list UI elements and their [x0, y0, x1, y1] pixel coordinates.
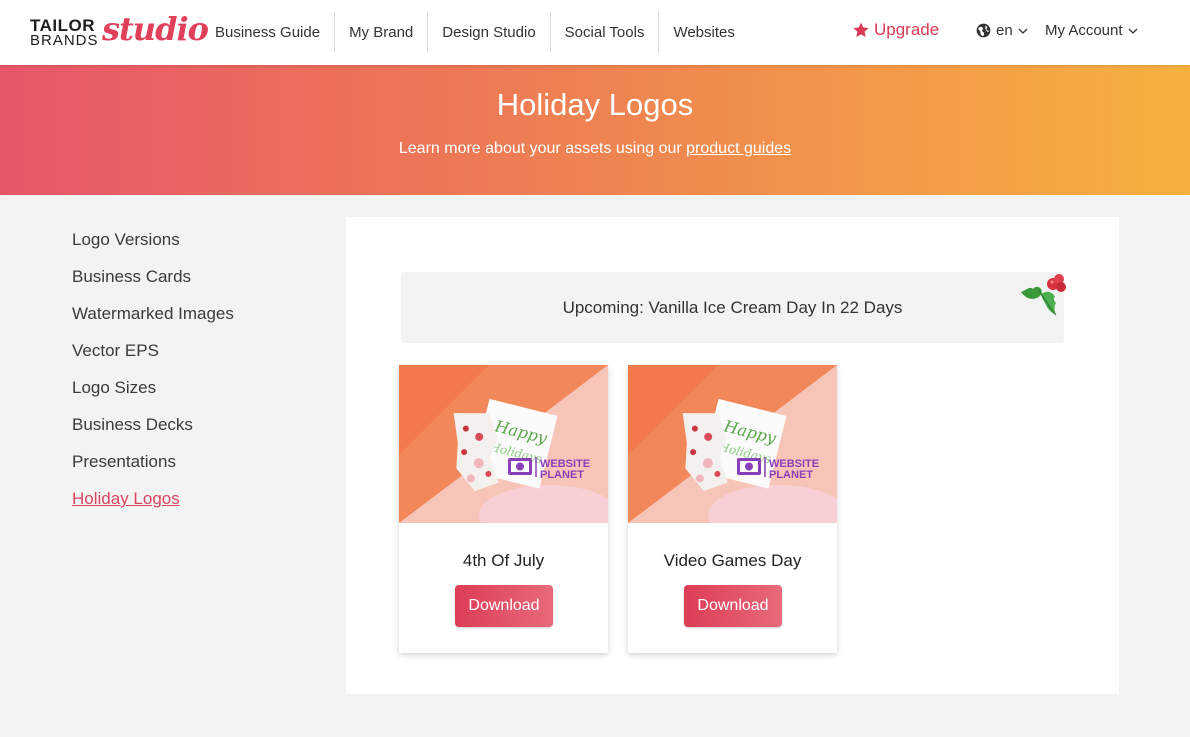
page-title: Holiday Logos — [496, 87, 694, 122]
my-account-label: My Account — [1045, 22, 1123, 39]
sidebar-item-vector-eps[interactable]: Vector EPS — [72, 340, 234, 377]
sidebar-item-logo-versions[interactable]: Logo Versions — [72, 229, 234, 266]
star-icon — [853, 22, 869, 38]
my-account-menu[interactable]: My Account — [1045, 22, 1138, 39]
main-panel: Upcoming: Vanilla Ice Cream Day In 22 Da… — [346, 217, 1119, 694]
card-title: 4th Of July — [462, 551, 545, 570]
download-button[interactable]: Download — [455, 585, 553, 627]
language-label: en — [996, 22, 1013, 39]
upcoming-holiday-text: Upcoming: Vanilla Ice Cream Day In 22 Da… — [562, 297, 903, 317]
nav-business-guide[interactable]: Business Guide — [204, 12, 334, 52]
brand-logo-line2: BRANDS — [30, 32, 99, 49]
sidebar-item-business-decks[interactable]: Business Decks — [72, 414, 234, 451]
upgrade-label: Upgrade — [874, 20, 940, 39]
main-nav: Business Guide My Brand Design Studio So… — [204, 12, 749, 52]
holiday-logo-preview: Happy Holidays WEBSITE PLANET — [628, 365, 837, 523]
nav-websites[interactable]: Websites — [658, 12, 748, 52]
sidebar-item-logo-sizes[interactable]: Logo Sizes — [72, 377, 234, 414]
brand-logo[interactable]: TAILOR BRANDS studio — [30, 10, 209, 52]
asset-sidebar: Logo Versions Business Cards Watermarked… — [72, 229, 234, 525]
upgrade-link[interactable]: Upgrade — [852, 20, 939, 40]
holiday-logo-card: Happy Holidays WEBSITE PLANET Video Game… — [628, 365, 837, 653]
sidebar-item-presentations[interactable]: Presentations — [72, 451, 234, 488]
hero-subtitle-text: Learn more about your assets using our — [398, 140, 687, 157]
holiday-logo-preview: Happy Holidays WEBSITE PLANET — [399, 365, 608, 523]
hero-banner: Holiday Logos Learn more about your asse… — [0, 65, 1190, 195]
top-navigation-bar: TAILOR BRANDS studio Business Guide My B… — [0, 0, 1190, 65]
download-button[interactable]: Download — [684, 585, 782, 627]
svg-text:PLANET: PLANET — [540, 469, 584, 481]
holiday-logo-card: Happy Holidays WEBSITE PLANET 4th Of Jul… — [399, 365, 608, 653]
nav-social-tools[interactable]: Social Tools — [549, 12, 659, 52]
nav-design-studio[interactable]: Design Studio — [427, 12, 549, 52]
chevron-down-icon — [1018, 28, 1028, 34]
globe-icon — [976, 23, 991, 38]
holly-icon — [1021, 274, 1066, 316]
sidebar-item-watermarked-images[interactable]: Watermarked Images — [72, 303, 234, 340]
language-selector[interactable]: en — [976, 22, 1028, 39]
nav-my-brand[interactable]: My Brand — [334, 12, 427, 52]
hero-subtitle: Learn more about your assets using our p… — [0, 140, 1190, 158]
card-title: Video Games Day — [663, 551, 802, 570]
svg-text:PLANET: PLANET — [769, 469, 813, 481]
product-guides-link[interactable]: product guides — [686, 140, 791, 157]
sidebar-item-holiday-logos[interactable]: Holiday Logos — [72, 488, 234, 525]
upcoming-holiday-banner: Upcoming: Vanilla Ice Cream Day In 22 Da… — [401, 272, 1066, 343]
sidebar-item-business-cards[interactable]: Business Cards — [72, 266, 234, 303]
chevron-down-icon — [1128, 28, 1138, 34]
brand-logo-script: studio — [102, 10, 209, 48]
